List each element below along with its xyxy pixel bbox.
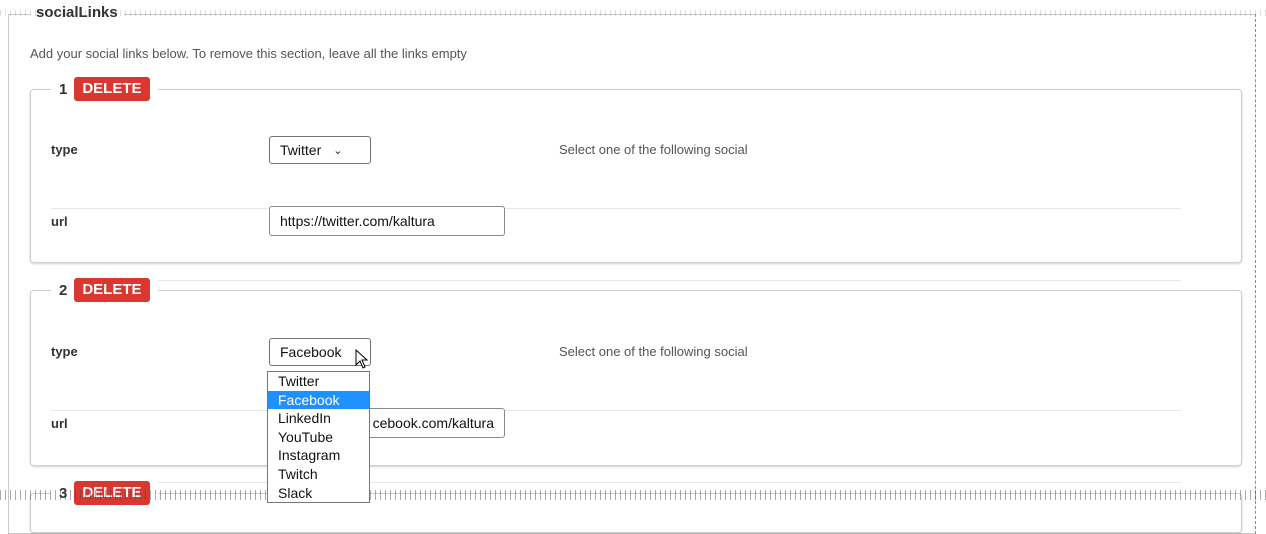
type-hint: Select one of the following social <box>559 344 748 359</box>
dropdown-option-facebook[interactable]: Facebook <box>268 390 369 410</box>
type-row: type Facebook ⌄ Select one of the follow… <box>51 338 1181 411</box>
social-link-group-1: 1 DELETE type Twitter ⌄ Select one of th… <box>30 77 1242 281</box>
entry-number: 2 <box>59 281 68 299</box>
torn-edge-bottom <box>0 490 1266 500</box>
section-description: Add your social links below. To remove t… <box>30 46 467 61</box>
type-label: type <box>51 142 78 157</box>
type-hint: Select one of the following social <box>559 142 748 157</box>
group-legend: 1 DELETE <box>51 77 158 101</box>
group-legend: 2 DELETE <box>51 278 158 302</box>
url-row: url https://twitter.com/kaltura <box>51 206 1181 281</box>
delete-button[interactable]: DELETE <box>74 278 150 302</box>
type-dropdown-list[interactable]: Twitter Facebook LinkedIn YouTube Instag… <box>267 371 370 504</box>
type-select[interactable]: Twitter ⌄ <box>269 136 371 164</box>
social-link-group-2: 2 DELETE type Facebook ⌄ Select one of t… <box>30 278 1242 483</box>
type-label: type <box>51 344 78 359</box>
chevron-down-icon: ⌄ <box>333 144 343 157</box>
dropdown-option-twitch[interactable]: Twitch <box>268 465 369 484</box>
torn-edge-top <box>0 10 1266 16</box>
type-select-value: Facebook <box>280 344 342 360</box>
dropdown-option-linkedin[interactable]: LinkedIn <box>268 409 369 428</box>
type-row: type Twitter ⌄ Select one of the followi… <box>51 136 1181 209</box>
mouse-pointer-icon <box>355 349 369 369</box>
url-input[interactable]: https://twitter.com/kaltura <box>269 206 505 236</box>
url-label: url <box>51 416 68 431</box>
type-select-value: Twitter <box>280 142 322 158</box>
dropdown-option-youtube[interactable]: YouTube <box>268 428 369 447</box>
url-label: url <box>51 214 68 229</box>
entry-number: 1 <box>59 80 68 98</box>
dropdown-option-twitter[interactable]: Twitter <box>268 372 369 391</box>
dropdown-option-instagram[interactable]: Instagram <box>268 446 369 465</box>
delete-button[interactable]: DELETE <box>74 77 150 101</box>
url-row: url cebook.com/kaltura <box>51 408 1181 483</box>
dropdown-option-slack[interactable]: Slack <box>268 484 369 503</box>
